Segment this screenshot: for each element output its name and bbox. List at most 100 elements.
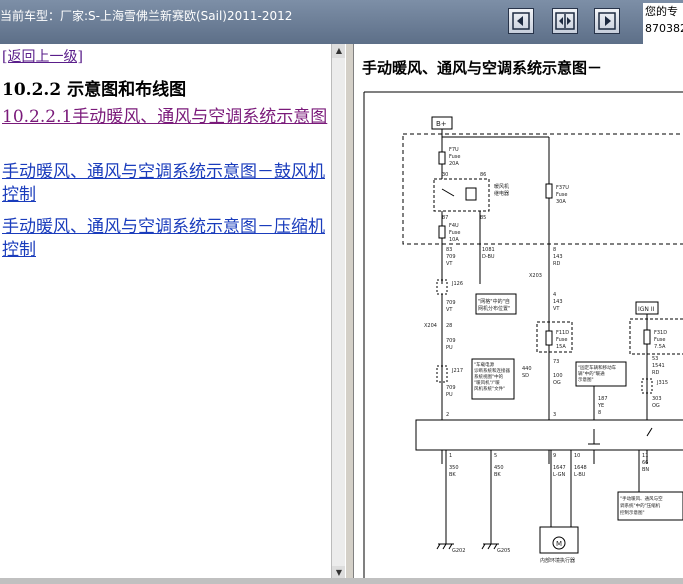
toc-link-blower-control[interactable]: 手动暖风、通风与空调系统示意图－鼓风机控制 (2, 161, 328, 207)
toc-link-schematic[interactable]: 10.2.2.1手动暖风、通风与空调系统示意图 (2, 106, 328, 129)
fuse-f4u (438, 225, 446, 239)
note-text: "手动暖风、通风与空 (620, 495, 663, 502)
pin-2: 2 (446, 412, 449, 418)
wire-label: 143 (553, 299, 563, 305)
f11d-label: F11D (556, 330, 569, 336)
back-link[interactable]: [返回上一级] (2, 46, 83, 66)
f11d-fuse: Fuse (556, 337, 567, 343)
pin-28: 28 (446, 323, 452, 329)
wire-label: 8 (598, 410, 601, 416)
wire-label: 709 (446, 300, 456, 306)
content-pane: 手动暖风、通风与空调系统示意图－ B+ F7U Fuse 20A 30 86 8… (354, 44, 683, 584)
toc-link-compressor-control[interactable]: 手动暖风、通风与空调系统示意图－压缩机控制 (2, 216, 328, 262)
car-model-label: 当前车型：厂家:S-上海雪佛兰新赛欧(Sail)2011-2012 (0, 9, 293, 23)
f4u-label: F4U (449, 223, 459, 229)
wire-label: RD (652, 370, 659, 376)
wire-label: 66 (642, 460, 648, 466)
wire-label: 709 (446, 338, 456, 344)
wire-label: BK (449, 472, 456, 478)
note-text: 调系统"中的"压缩机 (620, 502, 661, 509)
note-text: 辆"中的"暖通 (578, 370, 605, 377)
x203-label: X203 (529, 273, 542, 279)
g202-label: G202 (452, 548, 465, 554)
wire-label: 1081 (482, 247, 495, 253)
wire-label: L-GN (553, 472, 566, 478)
toggle-pane-button[interactable] (552, 8, 578, 34)
wire-label: 450 (494, 465, 504, 471)
f4u-amps: 10A (449, 237, 459, 243)
motor-symbol: M (556, 540, 562, 548)
f11d-amps: 15A (556, 344, 566, 350)
arrow-right-icon (598, 12, 616, 30)
f7u-amps: 20A (449, 161, 459, 167)
wire-label: 1648 (574, 465, 587, 471)
wire-label: 53 (652, 356, 658, 362)
pane-splitter[interactable] (345, 44, 354, 584)
wire-label: BK (494, 472, 501, 478)
relay-coil (465, 187, 477, 201)
wire-label: L-BU (574, 472, 586, 478)
prev-page-button[interactable] (508, 8, 534, 34)
wire-label: YE (597, 403, 604, 409)
note-text: 示意图" (578, 376, 594, 383)
wire-label: 1541 (652, 363, 665, 369)
wiring-diagram: B+ F7U Fuse 20A 30 86 87 85 暖风机 继电器 F4U … (363, 91, 683, 584)
f37u-fuse: Fuse (556, 192, 567, 198)
note-text: 控制示意图" (620, 509, 645, 516)
f4u-fuse: Fuse (449, 230, 460, 236)
f7u-fuse: Fuse (449, 154, 460, 160)
wire-label: VT (446, 307, 453, 313)
j217-label: J217 (451, 368, 463, 374)
wire-label: OG (652, 403, 660, 409)
note-text: "固定车辆和移动车 (578, 364, 617, 371)
fuse-f11d (545, 330, 553, 346)
wire-label: 350 (449, 465, 459, 471)
wire-label: VT (446, 261, 453, 267)
arrow-left-icon (512, 12, 530, 30)
wire-label: 709 (446, 254, 456, 260)
section-title: 10.2.2 示意图和布线图 (2, 80, 187, 100)
relay-pin-85: 85 (480, 215, 486, 221)
note-text: 网机分布位置" (478, 305, 510, 312)
note-text: "车载电源 (474, 361, 495, 368)
toc-scrollbar[interactable]: ▲ ▼ (331, 44, 346, 580)
next-page-button[interactable] (594, 8, 620, 34)
x204-label: X204 (424, 323, 437, 329)
relay-pin-30: 30 (442, 172, 448, 178)
relay-outline (433, 178, 490, 212)
wire-label: BN (642, 467, 649, 473)
fuse-f31d (643, 329, 651, 345)
wire-label: 1647 (553, 465, 566, 471)
relay-pin-87: 87 (442, 215, 448, 221)
wire-label: 303 (652, 396, 662, 402)
wire-label: 8 (553, 247, 556, 253)
wire-label: 1 (449, 453, 452, 459)
wire-label: VT (553, 306, 560, 312)
wire-label: 9 (553, 453, 556, 459)
wire-label: 4 (553, 292, 556, 298)
wire-label: 187 (598, 396, 608, 402)
note-text: 风机系统"文件" (474, 385, 505, 392)
j126-label: J126 (451, 281, 463, 287)
service-info-panel: 您的专 870382 (643, 3, 683, 44)
note-text: "暖风机"/"暖 (474, 379, 500, 386)
bottom-scrollbar[interactable] (0, 578, 683, 584)
relay-label-2: 继电器 (494, 190, 509, 197)
double-arrow-icon (555, 12, 575, 30)
wire-label: 100 (553, 373, 563, 379)
note-text: 系统视图"中的 (474, 373, 504, 380)
wire-label: 709 (446, 385, 456, 391)
f37u-label: F37U (556, 185, 569, 191)
wire-label: 5 (494, 453, 497, 459)
top-toolbar: 当前车型：厂家:S-上海雪佛兰新赛欧(Sail)2011-2012 您的专 87… (0, 0, 683, 44)
wire-label: PU (446, 392, 453, 398)
note-text: 诊断系统和连接器 (474, 367, 510, 374)
wire-label: PU (446, 345, 453, 351)
wire-label: 73 (553, 359, 559, 365)
f31d-fuse: Fuse (654, 337, 665, 343)
wire-label: 10 (574, 453, 580, 459)
wire-label: RD (553, 261, 560, 267)
toc-pane: [返回上一级] 10.2.2 示意图和布线图 10.2.2.1手动暖风、通风与空… (0, 44, 331, 580)
scroll-up-icon[interactable]: ▲ (332, 44, 346, 58)
fuse-f37u (545, 183, 553, 199)
